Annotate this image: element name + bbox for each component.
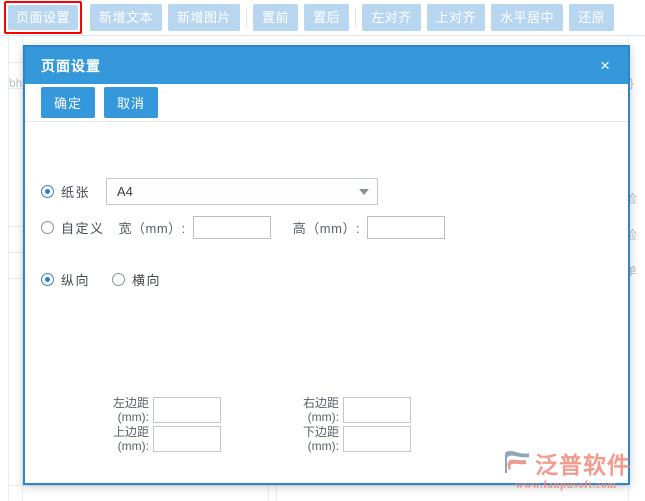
margin-bottom-field: 下边距 (mm): bbox=[277, 425, 411, 453]
paper-size-select[interactable]: A4 bbox=[106, 178, 378, 205]
close-icon[interactable]: × bbox=[596, 55, 614, 76]
custom-radio[interactable] bbox=[41, 221, 54, 234]
toolbar-button-align-top[interactable]: 上对齐 bbox=[427, 4, 486, 31]
confirm-button[interactable]: 确定 bbox=[41, 87, 95, 118]
toolbar-separator bbox=[355, 8, 356, 28]
margin-top-field: 上边距 (mm): bbox=[87, 425, 221, 453]
paper-radio-label: 纸张 bbox=[61, 182, 90, 201]
bg-text-fragment: bh bbox=[9, 76, 22, 90]
dialog-body: 纸张 A4 自定义 宽（mm）: 高（mm）: 纵向 横向 bbox=[25, 122, 628, 483]
portrait-radio[interactable] bbox=[41, 273, 54, 286]
toolbar-button-bring-front[interactable]: 置前 bbox=[253, 4, 298, 31]
margin-right-input[interactable] bbox=[343, 397, 411, 423]
cancel-button[interactable]: 取消 bbox=[104, 87, 158, 118]
custom-radio-label: 自定义 bbox=[61, 218, 105, 237]
custom-height-input[interactable] bbox=[367, 216, 445, 239]
paper-radio[interactable] bbox=[41, 185, 54, 198]
margin-top-input[interactable] bbox=[153, 426, 221, 452]
margin-right-label: 右边距 (mm): bbox=[277, 396, 339, 424]
custom-width-label: 宽（mm）: bbox=[119, 218, 186, 237]
landscape-radio-label: 横向 bbox=[132, 270, 161, 289]
toolbar-button-restore[interactable]: 还原 bbox=[569, 4, 614, 31]
watermark-url: www.fanpusoft.com bbox=[515, 479, 616, 491]
toolbar-button-send-back[interactable]: 置后 bbox=[304, 4, 349, 31]
page-setup-highlight-box: 页面设置 bbox=[4, 1, 82, 34]
paper-size-value: A4 bbox=[117, 184, 133, 199]
margin-right-field: 右边距 (mm): bbox=[277, 396, 411, 424]
dialog-action-bar: 确定 取消 bbox=[25, 84, 628, 122]
toolbar-separator bbox=[246, 8, 247, 28]
watermark-row: 泛普软件 bbox=[501, 446, 631, 480]
orientation-row: 纵向 横向 bbox=[41, 270, 161, 289]
toolbar-button-add-image[interactable]: 新增图片 bbox=[168, 4, 240, 31]
toolbar-button-add-text[interactable]: 新增文本 bbox=[90, 4, 162, 31]
dialog-header: 页面设置 × bbox=[25, 47, 628, 84]
portrait-radio-label: 纵向 bbox=[61, 270, 90, 289]
toolbar-button-align-left[interactable]: 左对齐 bbox=[362, 4, 421, 31]
landscape-radio[interactable] bbox=[112, 273, 125, 286]
margin-left-field: 左边距 (mm): bbox=[87, 396, 221, 424]
bg-grid-line bbox=[8, 36, 9, 501]
dialog-title: 页面设置 bbox=[41, 56, 101, 76]
paper-row: 纸张 A4 bbox=[41, 178, 378, 205]
custom-width-input[interactable] bbox=[193, 216, 271, 239]
margin-top-label: 上边距 (mm): bbox=[87, 425, 149, 453]
bg-grid-line bbox=[276, 486, 277, 501]
bg-grid-line bbox=[268, 486, 269, 501]
custom-height-label: 高（mm）: bbox=[293, 218, 360, 237]
toolbar-button-center-horizontal[interactable]: 水平居中 bbox=[491, 4, 563, 31]
fanpu-logo-icon bbox=[501, 449, 531, 477]
watermark: 泛普软件 www.fanpusoft.com bbox=[501, 446, 631, 491]
toolbar: 页面设置 新增文本 新增图片 置前 置后 左对齐 上对齐 水平居中 还原 bbox=[0, 0, 645, 36]
margin-left-label: 左边距 (mm): bbox=[87, 396, 149, 424]
chevron-down-icon bbox=[359, 189, 369, 195]
watermark-brand: 泛普软件 bbox=[535, 446, 631, 480]
custom-size-row: 自定义 宽（mm）: 高（mm）: bbox=[41, 216, 445, 239]
toolbar-button-page-setup[interactable]: 页面设置 bbox=[8, 5, 78, 30]
margin-left-input[interactable] bbox=[153, 397, 221, 423]
page-setup-dialog: 页面设置 × 确定 取消 纸张 A4 自定义 宽（mm）: 高（mm）: bbox=[23, 45, 630, 485]
margin-bottom-label: 下边距 (mm): bbox=[277, 425, 339, 453]
margin-bottom-input[interactable] bbox=[343, 426, 411, 452]
